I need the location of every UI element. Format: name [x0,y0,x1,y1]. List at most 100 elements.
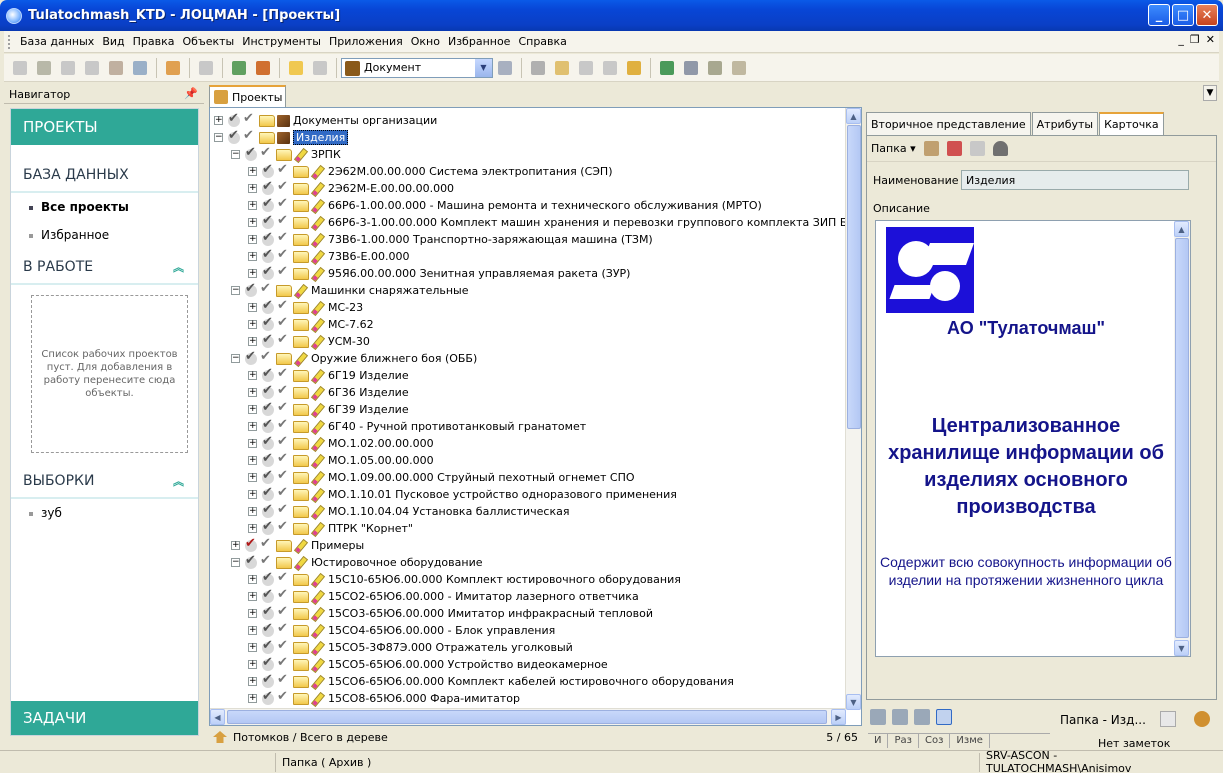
tabs-dropdown-button[interactable]: ▼ [1203,85,1217,101]
tree-item[interactable]: +66Р6-3-1.00.00.000 Комплект машин хране… [248,213,861,231]
expand-icon[interactable]: + [248,643,257,652]
tree-item[interactable]: +66Р6-1.00.00.000 - Машина ремонта и тех… [248,196,762,214]
tree-item[interactable]: + Документы организации [214,111,437,129]
tree-item[interactable]: +15С10-65Ю6.00.000 Комплект юстировочног… [248,570,681,588]
report-button[interactable] [163,58,183,78]
tree-item[interactable]: +2Э62М-Е.00.00.00.000 [248,179,454,197]
paste-button[interactable] [576,58,596,78]
mdi-close-button[interactable]: ✕ [1206,33,1215,46]
expand-icon[interactable]: + [248,371,257,380]
chevron-up-icon[interactable]: ︽ [173,259,184,275]
expand-icon[interactable]: + [248,524,257,533]
tree-item[interactable]: +2Э62М.00.00.000 Система электропитания … [248,162,613,180]
windows-button[interactable] [681,58,701,78]
expand-icon[interactable]: + [248,456,257,465]
menu-help[interactable]: Справка [514,35,570,48]
tree-item[interactable]: +15СО5-3Ф87Э.000 Отражатель уголковый [248,638,573,656]
link-button[interactable] [106,58,126,78]
tab-secondary-view[interactable]: Вторичное представление [866,112,1031,135]
archive-button[interactable] [705,58,725,78]
nav-section-database[interactable]: БАЗА ДАННЫХ [11,145,198,193]
new-note-icon[interactable] [1160,711,1176,727]
lock-icon[interactable] [992,141,1008,156]
column-header[interactable]: Изме [950,734,990,748]
view-table-icon[interactable] [936,709,952,725]
mdi-restore-button[interactable]: ❐ [1190,33,1200,46]
new-object-button[interactable] [10,58,30,78]
copy-object-button[interactable] [58,58,78,78]
tree-item[interactable]: − ЗРПК [231,145,341,163]
nav-section-selections[interactable]: ВЫБОРКИ ︽ [11,453,198,499]
tree-horizontal-scrollbar[interactable]: ◀ ▶ [210,708,846,725]
column-header[interactable]: Соз [919,734,951,748]
scroll-up-button[interactable]: ▲ [846,108,861,124]
scroll-up-button[interactable]: ▲ [1174,221,1189,237]
mdi-minimize-button[interactable]: _ [1178,33,1184,46]
tree-item[interactable]: +15СО3-65Ю6.00.000 Имитатор инфракрасный… [248,604,653,622]
expand-icon[interactable]: + [248,320,257,329]
view-icon[interactable] [870,709,886,725]
menu-applications[interactable]: Приложения [325,35,407,48]
tree-item[interactable]: +73В6-1.00.000 Транспортно-заряжающая ма… [248,230,653,248]
nav-item-all-projects[interactable]: Все проекты [11,193,198,221]
tree-item[interactable]: +15СО4-65Ю6.00.000 - Блок управления [248,621,555,639]
tree-item[interactable]: − Машинки снаряжательные [231,281,469,299]
close-button[interactable]: ✕ [1196,4,1218,26]
column-header[interactable]: Раз [888,734,919,748]
tree-item[interactable]: + МО.1.09.00.00.000 Струйный пехотный огн… [248,468,635,486]
nav-projects-band[interactable]: ПРОЕКТЫ [11,109,198,145]
forward-button[interactable] [310,58,330,78]
expand-icon[interactable]: + [248,405,257,414]
tree-item[interactable]: + УСМ-30 [248,332,370,350]
menu-database[interactable]: База данных [16,35,98,48]
tab-projects[interactable]: Проекты [209,85,286,107]
expand-icon[interactable]: + [248,473,257,482]
expand-icon[interactable]: + [248,592,257,601]
expand-icon[interactable]: + [248,388,257,397]
tree-item[interactable]: +15СО8-65Ю6.000 Фара-имитатор [248,689,520,707]
delete-button[interactable] [196,58,216,78]
expand-icon[interactable]: + [248,218,257,227]
scroll-left-button[interactable]: ◀ [210,709,225,725]
menu-favorites[interactable]: Избранное [444,35,514,48]
card-edit-icon[interactable] [946,141,962,156]
collapse-icon[interactable]: − [231,558,240,567]
menu-view[interactable]: Вид [98,35,128,48]
tag-button[interactable] [729,58,749,78]
scroll-down-button[interactable]: ▼ [1174,640,1189,656]
refresh-button[interactable] [253,58,273,78]
tree-item[interactable]: + МО.1.10.01 Пусковое устройство одноразо… [248,485,677,503]
nav-item-selection[interactable]: зуб [11,499,198,527]
move-down-button[interactable] [624,58,644,78]
expand-icon[interactable]: + [248,490,257,499]
tab-attributes[interactable]: Атрибуты [1031,112,1099,135]
tree-item[interactable]: − Оружие ближнего боя (ОББ) [231,349,477,367]
tree-vertical-scrollbar[interactable]: ▲ ▼ [845,108,861,710]
description-scrollbar[interactable]: ▲ ▼ [1174,221,1190,656]
expand-icon[interactable]: + [248,439,257,448]
image-button[interactable] [229,58,249,78]
expand-icon[interactable]: + [248,609,257,618]
go-up-icon[interactable] [213,731,227,743]
menu-edit[interactable]: Правка [129,35,179,48]
menu-window[interactable]: Окно [407,35,444,48]
tree-item[interactable]: − Изделия [214,128,349,146]
paste-special-button[interactable] [600,58,620,78]
chevron-down-icon[interactable]: ▼ [475,58,492,77]
tree-item[interactable]: +95Я6.00.00.000 Зенитная управляемая рак… [248,264,630,282]
settings-icon[interactable] [1194,711,1210,727]
tree-item[interactable]: +15СО6-65Ю6.00.000 Комплект кабелей юсти… [248,672,734,690]
expand-icon[interactable]: + [248,422,257,431]
tree-item[interactable]: +6Г40 - Ручной противотанковый гранатоме… [248,417,586,435]
cut-button[interactable] [528,58,548,78]
new-project-button[interactable] [34,58,54,78]
check-in-button[interactable] [657,58,677,78]
chevron-up-icon[interactable]: ︽ [173,473,184,489]
scroll-thumb[interactable] [1175,238,1189,638]
tree-item[interactable]: + МО.1.05.00.00.000 [248,451,434,469]
expand-icon[interactable]: + [248,677,257,686]
collapse-icon[interactable]: − [214,133,223,142]
tree-item[interactable]: +15СО2-65Ю6.00.000 - Имитатор лазерного … [248,587,639,605]
tree-item[interactable]: +73В6-Е.00.000 [248,247,409,265]
properties-button[interactable] [130,58,150,78]
